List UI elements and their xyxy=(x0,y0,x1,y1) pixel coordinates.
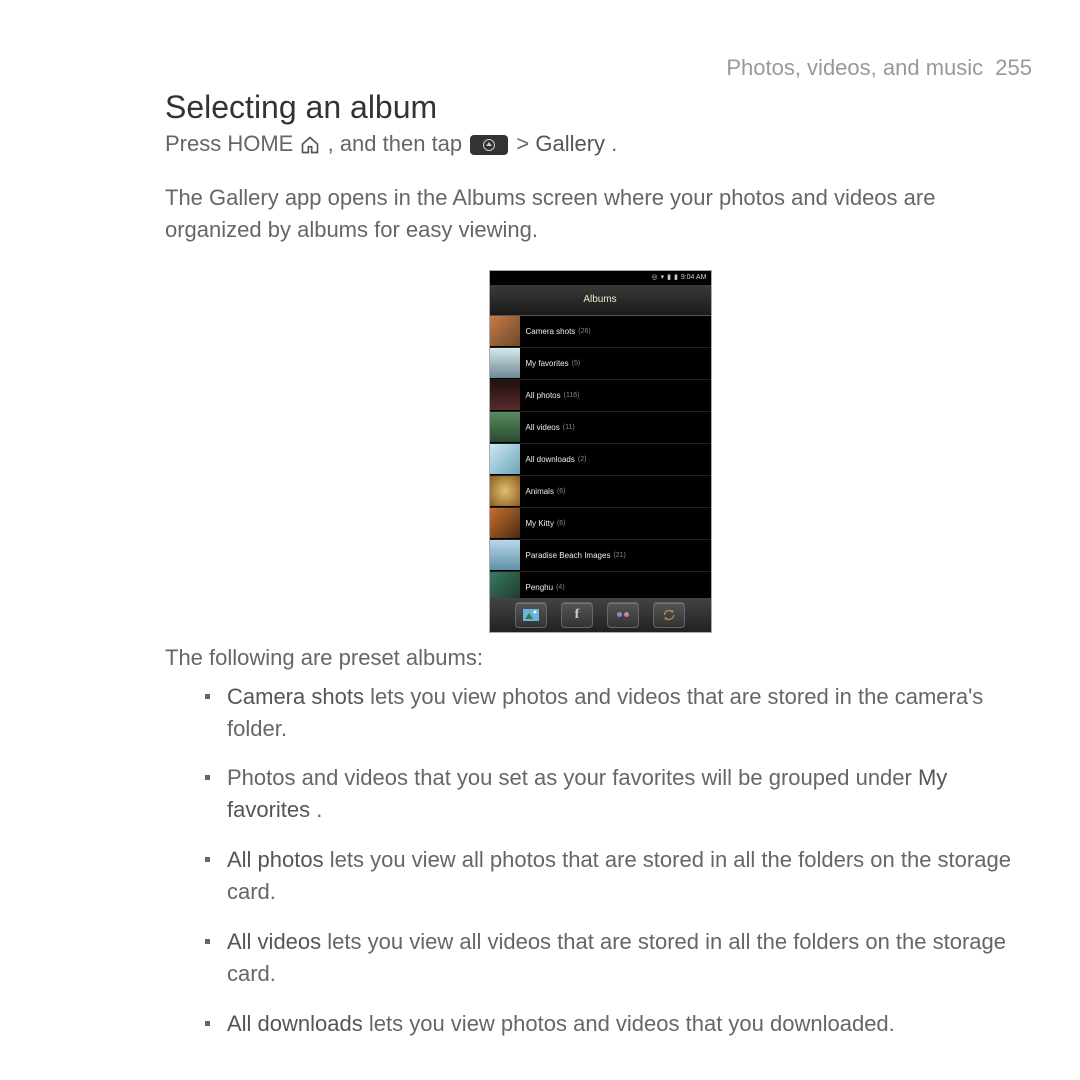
list-item[interactable]: All videos (11) xyxy=(490,412,711,444)
presets-list: Camera shots lets you view photos and vi… xyxy=(165,681,1035,1040)
album-name: All videos xyxy=(526,423,560,432)
preset-text: lets you view photos and videos that you… xyxy=(369,1011,895,1036)
preset-text: lets you view all photos that are stored… xyxy=(227,847,1011,904)
list-item: All photos lets you view all photos that… xyxy=(205,844,1035,908)
album-thumb xyxy=(490,316,520,346)
gallery-label: Gallery xyxy=(535,131,605,156)
album-count: (4) xyxy=(556,584,565,591)
bottom-bar: f xyxy=(490,598,711,632)
battery-icon: ▮ xyxy=(674,271,678,285)
presets-intro: The following are preset albums: xyxy=(165,645,1035,671)
album-count: (21) xyxy=(613,552,625,559)
list-item: Camera shots lets you view photos and vi… xyxy=(205,681,1035,745)
instr-text-4: . xyxy=(611,131,617,156)
instr-text-2: , and then tap xyxy=(328,131,469,156)
album-name: My favorites xyxy=(526,359,569,368)
status-time: 9:04 AM xyxy=(681,271,707,285)
album-name: Penghu xyxy=(526,583,554,592)
album-thumb xyxy=(490,444,520,474)
phone-screenshot: ◎ ▾ ▮ ▮ 9:04 AM Albums Camera shots (26)… xyxy=(489,270,712,633)
section-title: Photos, videos, and music xyxy=(726,55,983,80)
list-item[interactable]: Penghu (4) xyxy=(490,572,711,598)
album-thumb xyxy=(490,412,520,442)
album-count: (6) xyxy=(557,488,566,495)
preset-text: lets you view all videos that are stored… xyxy=(227,929,1006,986)
album-count: (26) xyxy=(578,328,590,335)
albums-header: Albums xyxy=(490,285,711,316)
album-thumb xyxy=(490,540,520,570)
album-thumb xyxy=(490,508,520,538)
status-bar: ◎ ▾ ▮ ▮ 9:04 AM xyxy=(490,271,711,285)
preset-bold: All photos xyxy=(227,847,324,872)
instr-text-3: > xyxy=(516,131,535,156)
wifi-icon: ▾ xyxy=(661,271,665,285)
flickr-icon[interactable] xyxy=(607,602,639,628)
album-count: (116) xyxy=(564,392,580,399)
preset-bold: All downloads xyxy=(227,1011,363,1036)
list-item: All videos lets you view all videos that… xyxy=(205,926,1035,990)
list-item[interactable]: All downloads (2) xyxy=(490,444,711,476)
list-item[interactable]: Animals (6) xyxy=(490,476,711,508)
vibrate-icon: ◎ xyxy=(651,271,657,285)
album-name: My Kitty xyxy=(526,519,554,528)
instruction-line: Press HOME , and then tap > Gallery . xyxy=(165,128,1035,160)
page-header: Photos, videos, and music 255 xyxy=(165,55,1035,81)
album-count: (2) xyxy=(578,456,587,463)
album-thumb xyxy=(490,348,520,378)
album-thumb xyxy=(490,572,520,598)
album-name: Animals xyxy=(526,487,554,496)
album-name: Camera shots xyxy=(526,327,576,336)
preset-bold: Camera shots xyxy=(227,684,364,709)
pictures-icon[interactable] xyxy=(515,602,547,628)
list-item[interactable]: Paradise Beach Images (21) xyxy=(490,540,711,572)
list-item[interactable]: My favorites (5) xyxy=(490,348,711,380)
intro-paragraph: The Gallery app opens in the Albums scre… xyxy=(165,182,1035,246)
page-title: Selecting an album xyxy=(165,89,1035,126)
apps-button-icon xyxy=(470,135,508,155)
album-name: All photos xyxy=(526,391,561,400)
page-number: 255 xyxy=(989,55,1032,80)
preset-bold: All videos xyxy=(227,929,321,954)
list-item[interactable]: My Kitty (6) xyxy=(490,508,711,540)
facebook-icon[interactable]: f xyxy=(561,602,593,628)
list-item[interactable]: All photos (116) xyxy=(490,380,711,412)
album-thumb xyxy=(490,380,520,410)
album-count: (11) xyxy=(563,424,575,431)
album-name: All downloads xyxy=(526,455,575,464)
album-count: (5) xyxy=(572,360,581,367)
album-name: Paradise Beach Images xyxy=(526,551,611,560)
signal-icon: ▮ xyxy=(667,271,671,285)
home-icon xyxy=(299,134,321,156)
list-item[interactable]: Camera shots (26) xyxy=(490,316,711,348)
preset-pre: Photos and videos that you set as your f… xyxy=(227,765,918,790)
album-list: Camera shots (26) My favorites (5) All p… xyxy=(490,316,711,598)
album-count: (6) xyxy=(557,520,566,527)
preset-post: . xyxy=(316,797,322,822)
album-thumb xyxy=(490,476,520,506)
list-item: All downloads lets you view photos and v… xyxy=(205,1008,1035,1040)
list-item: Photos and videos that you set as your f… xyxy=(205,762,1035,826)
sync-icon[interactable] xyxy=(653,602,685,628)
instr-text-1: Press HOME xyxy=(165,131,299,156)
